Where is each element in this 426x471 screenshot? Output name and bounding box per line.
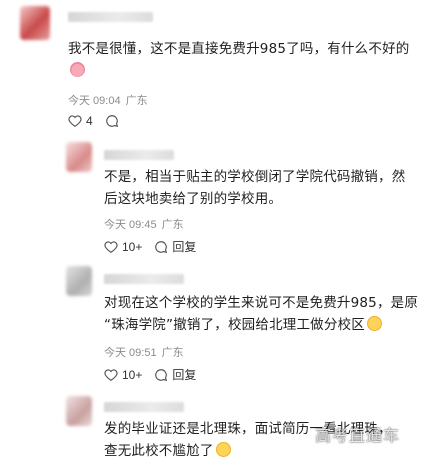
like-button[interactable]: 4 bbox=[68, 114, 93, 128]
like-count: 10+ bbox=[122, 239, 143, 254]
reply-button[interactable]: 回复 bbox=[154, 366, 196, 383]
timestamp: 今天 09:04 bbox=[68, 95, 121, 107]
comment-button[interactable] bbox=[105, 114, 123, 128]
face-emoji bbox=[215, 442, 231, 457]
reply-label: 回复 bbox=[172, 368, 197, 382]
like-button[interactable]: 10+ bbox=[104, 240, 142, 254]
username[interactable] bbox=[104, 150, 174, 160]
like-button[interactable]: 10+ bbox=[104, 368, 142, 382]
heart-icon bbox=[104, 368, 118, 381]
heart-icon bbox=[104, 240, 118, 253]
avatar[interactable] bbox=[66, 396, 92, 426]
comment-text: 对现在这个学校的学生来说可不是免费升985，是原 “珠海学院”撤销了，校园给北理… bbox=[104, 295, 419, 333]
username[interactable] bbox=[104, 274, 184, 284]
timestamp: 今天 09:45 bbox=[104, 219, 157, 231]
comment-text: 我不是很懂，这不是直接免费升985了吗，有什么不好的 bbox=[68, 41, 410, 57]
like-count: 4 bbox=[86, 114, 93, 128]
username[interactable] bbox=[68, 12, 153, 22]
location: 广东 bbox=[161, 219, 184, 231]
reply-button[interactable]: 回复 bbox=[154, 238, 196, 255]
comment-meta: 今天 09:51 广东 bbox=[104, 344, 189, 360]
comment-actions: 4 bbox=[68, 114, 135, 128]
comment-actions: 10+ 回复 bbox=[104, 366, 208, 383]
avatar[interactable] bbox=[20, 6, 50, 40]
pig-face-emoji bbox=[70, 62, 85, 77]
avatar[interactable] bbox=[66, 266, 92, 296]
comment-text: 不是，相当于贴主的学校倒闭了学院代码撤销，然 后这块地卖给了别的学校用。 bbox=[104, 169, 406, 207]
location: 广东 bbox=[125, 95, 148, 107]
comment-bubble-icon bbox=[155, 368, 168, 381]
reply-label: 回复 bbox=[172, 240, 197, 254]
comment-bubble-icon bbox=[105, 115, 118, 128]
face-emoji bbox=[367, 316, 382, 331]
comment-bubble-icon bbox=[155, 240, 168, 253]
comment-meta: 今天 09:04 广东 bbox=[68, 92, 153, 108]
location: 广东 bbox=[161, 347, 184, 359]
heart-icon bbox=[68, 115, 82, 127]
timestamp: 今天 09:51 bbox=[104, 347, 157, 359]
like-count: 10+ bbox=[122, 367, 143, 382]
comment-emoji-line bbox=[68, 60, 85, 82]
comment-meta: 今天 09:45 广东 bbox=[104, 216, 189, 232]
comment-actions: 10+ 回复 bbox=[104, 238, 208, 255]
username[interactable] bbox=[104, 402, 184, 412]
avatar[interactable] bbox=[66, 142, 92, 172]
watermark: 高考直通车 bbox=[314, 426, 400, 445]
